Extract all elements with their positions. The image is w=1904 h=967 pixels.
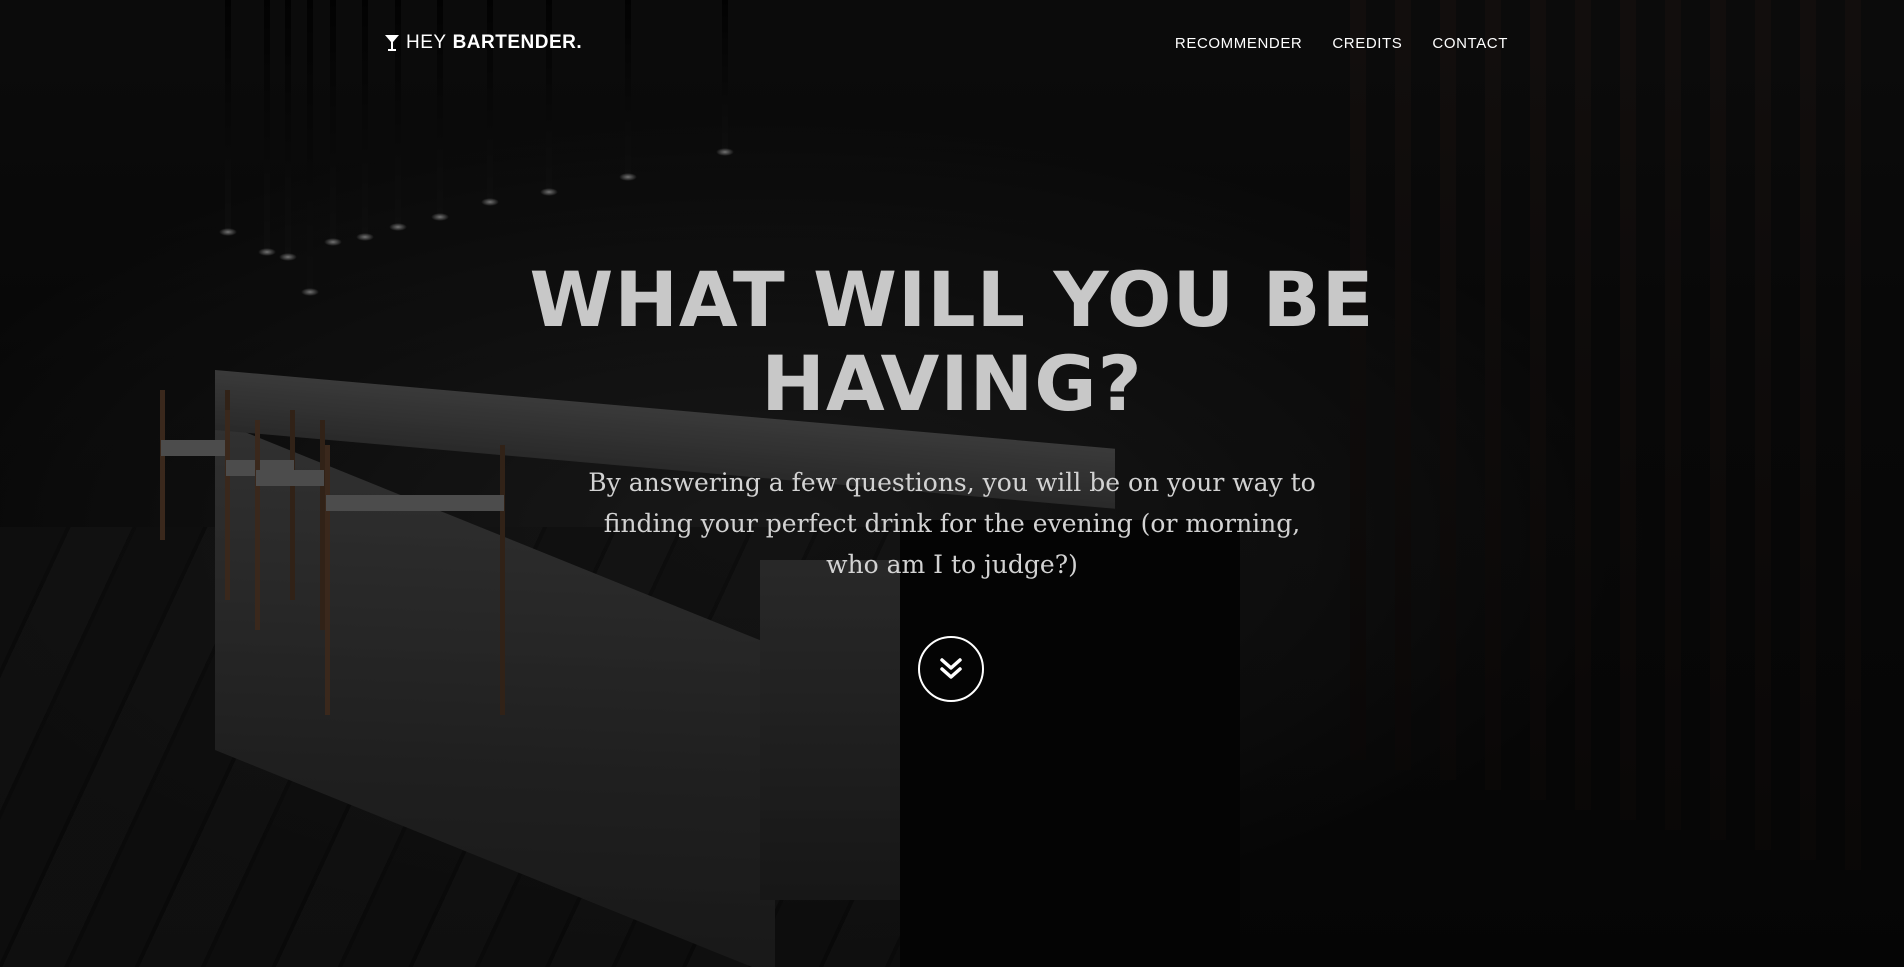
brand-name: BARTENDER. xyxy=(452,32,583,53)
brand-logo-link[interactable]: HEY BARTENDER. xyxy=(384,32,582,54)
double-chevron-down-icon xyxy=(940,658,962,679)
hero-subtitle: By answering a few questions, you will b… xyxy=(588,468,1316,579)
nav-link-contact[interactable]: CONTACT xyxy=(1432,35,1508,52)
top-navigation: HEY BARTENDER. RECOMMENDER CREDITS CONTA… xyxy=(0,0,1904,90)
nav-link-credits[interactable]: CREDITS xyxy=(1332,35,1402,52)
cocktail-glass-icon xyxy=(385,35,399,51)
brand-prefix: HEY xyxy=(406,32,447,53)
hero-section: HEY BARTENDER. RECOMMENDER CREDITS CONTA… xyxy=(0,0,1904,967)
nav-menu: RECOMMENDER CREDITS CONTACT xyxy=(1175,35,1508,52)
scroll-down-button[interactable] xyxy=(918,636,984,702)
hero-content: WHAT WILL YOU BE HAVING? By answering a … xyxy=(0,258,1904,585)
nav-link-recommender[interactable]: RECOMMENDER xyxy=(1175,35,1302,52)
hero-headline: WHAT WILL YOU BE HAVING? xyxy=(529,255,1375,428)
